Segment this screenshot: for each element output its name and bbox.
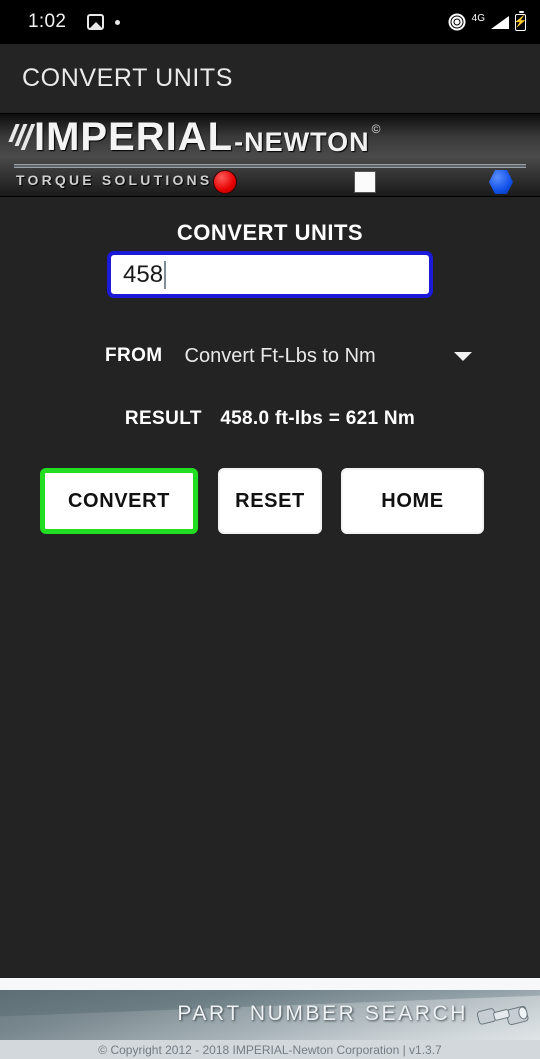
reset-button[interactable]: RESET <box>218 468 322 534</box>
conversion-type-spinner[interactable]: Convert Ft-Lbs to Nm <box>185 345 376 368</box>
slash-marks-icon <box>8 124 36 150</box>
status-bar-right: 4G ⚡ <box>448 10 528 31</box>
binoculars-icon <box>474 1002 532 1032</box>
part-number-search-label: PART NUMBER SEARCH <box>177 1002 468 1025</box>
signal-bars-icon <box>491 15 509 29</box>
registered-mark: © <box>371 122 381 136</box>
status-bar-left: 1:02 <box>14 11 121 33</box>
banner-divider <box>14 164 526 168</box>
result-label: RESULT <box>124 408 202 429</box>
brand-name-primary: IMPERIAL <box>34 115 234 159</box>
action-button-row: CONVERT RESET HOME <box>0 468 540 534</box>
hotspot-icon <box>448 13 466 31</box>
app-bar: CONVERT UNITS <box>0 44 540 112</box>
from-row: FROM Convert Ft-Lbs to Nm <box>0 337 540 375</box>
value-input-text: 458 <box>123 260 164 288</box>
brand-banner: IMPERIAL -NEWTON © TORQUE SOLUTIONS <box>0 113 540 197</box>
value-input[interactable]: 458 <box>107 251 433 298</box>
red-circle-indicator <box>213 170 237 194</box>
part-number-search-banner[interactable]: PART NUMBER SEARCH <box>0 990 540 1040</box>
battery-charging-icon: ⚡ <box>513 10 528 31</box>
text-cursor <box>164 260 167 289</box>
blue-hexagon-indicator <box>489 170 513 194</box>
image-icon <box>87 14 105 30</box>
charging-bolt-icon: ⚡ <box>513 15 528 28</box>
from-label: FROM <box>105 345 163 366</box>
form-heading: CONVERT UNITS <box>176 220 364 245</box>
copyright-text: © Copyright 2012 - 2018 IMPERIAL-Newton … <box>0 1040 540 1059</box>
convert-button[interactable]: CONVERT <box>40 468 198 534</box>
network-type-label: 4G <box>471 13 485 24</box>
footer-spacer <box>0 978 540 990</box>
app-screen: 1:02 4G ⚡ CONVERT UNITS IMPERIAL -NEWTON… <box>0 0 540 1059</box>
status-bar: 1:02 4G ⚡ <box>0 0 540 44</box>
result-value: 458.0 ft-lbs = 621 Nm <box>220 408 416 429</box>
brand-logo: IMPERIAL -NEWTON © <box>8 115 532 159</box>
white-square-indicator <box>354 171 376 193</box>
page-title: CONVERT UNITS <box>22 63 234 92</box>
status-clock: 1:02 <box>28 11 67 32</box>
home-button[interactable]: HOME <box>341 468 484 534</box>
result-row: RESULT 458.0 ft-lbs = 621 Nm <box>0 408 540 430</box>
chevron-down-icon[interactable] <box>454 351 472 361</box>
brand-tagline: TORQUE SOLUTIONS <box>16 172 213 188</box>
brand-name-secondary: -NEWTON <box>234 127 370 157</box>
dot-icon <box>115 19 121 25</box>
